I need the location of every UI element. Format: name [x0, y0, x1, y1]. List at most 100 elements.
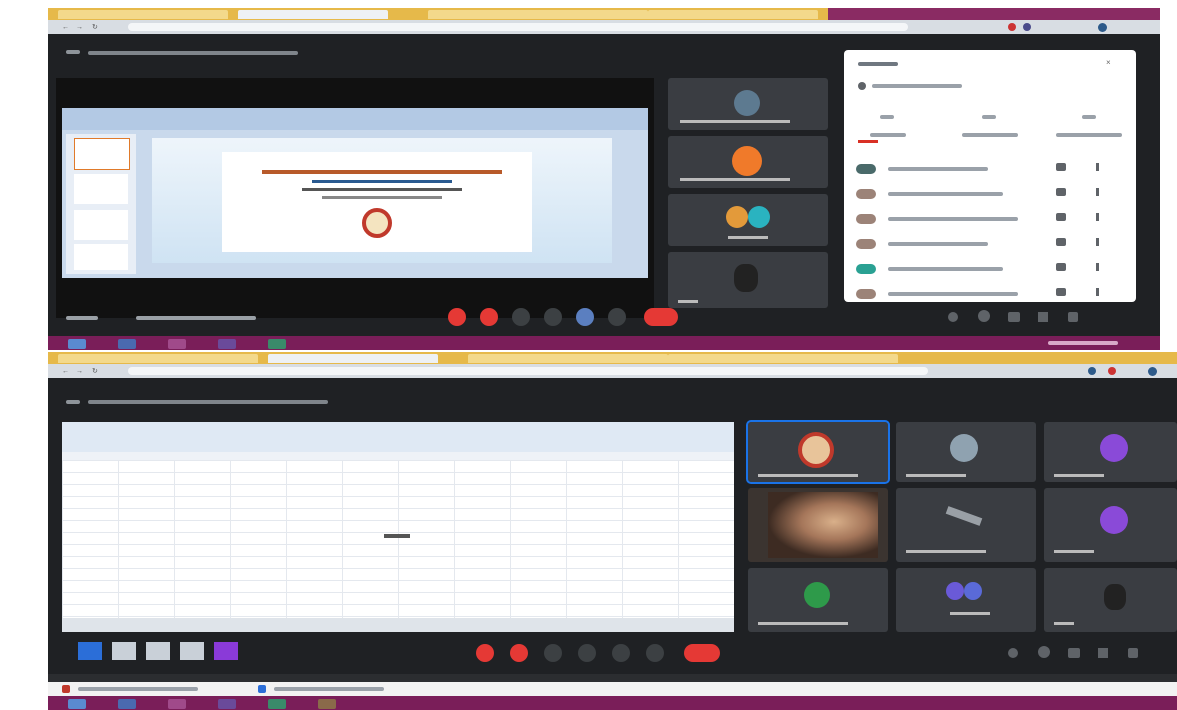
download-item[interactable] [78, 687, 198, 691]
mic-off-icon[interactable] [448, 308, 466, 326]
mic-icon[interactable] [1056, 288, 1066, 296]
camera-off-icon[interactable] [510, 644, 528, 662]
taskbar-app-icon[interactable] [118, 339, 136, 349]
more-icon[interactable] [1096, 288, 1099, 296]
info-icon[interactable] [948, 312, 958, 322]
activities-icon[interactable] [1098, 648, 1108, 658]
participant-tile[interactable] [896, 568, 1036, 632]
browser-tab[interactable] [58, 354, 258, 363]
mic-icon[interactable] [1056, 213, 1066, 221]
participant-row[interactable] [856, 210, 1126, 224]
mic-icon[interactable] [1056, 238, 1066, 246]
participant-tile[interactable] [748, 568, 888, 632]
tab-in-call[interactable] [960, 108, 1020, 137]
more-options-icon[interactable] [608, 308, 626, 326]
mic-off-icon[interactable] [476, 644, 494, 662]
participant-tile[interactable] [668, 78, 828, 130]
present-icon[interactable] [612, 644, 630, 662]
participant-tile[interactable] [668, 252, 828, 308]
download-item-icon[interactable] [258, 685, 266, 693]
participant-tile[interactable] [668, 136, 828, 188]
reload-icon[interactable]: ↻ [92, 23, 98, 31]
activities-icon[interactable] [1038, 312, 1048, 322]
menu-icon[interactable] [66, 50, 80, 54]
url-field[interactable] [128, 367, 928, 375]
participant-tile[interactable] [896, 488, 1036, 562]
forward-icon[interactable]: → [76, 368, 83, 375]
browser-tab[interactable] [58, 10, 228, 19]
taskbar-app-icon[interactable] [146, 642, 170, 660]
taskbar-app-icon[interactable] [218, 339, 236, 349]
participant-tile[interactable] [1044, 422, 1177, 482]
participant-row[interactable] [856, 235, 1126, 249]
people-icon[interactable] [1038, 646, 1050, 658]
more-icon[interactable] [1096, 213, 1099, 221]
end-call-icon[interactable] [644, 308, 678, 326]
participant-row[interactable] [856, 260, 1126, 274]
participant-tile[interactable] [1044, 568, 1177, 632]
browser-tab[interactable] [468, 354, 668, 363]
chat-icon[interactable] [1068, 648, 1080, 658]
participant-row[interactable] [856, 185, 1126, 199]
extension-icon[interactable] [1088, 367, 1096, 375]
taskbar-app-icon[interactable] [218, 699, 236, 709]
add-people-row[interactable] [858, 82, 988, 90]
end-call-icon[interactable] [684, 644, 720, 662]
close-icon[interactable]: × [1106, 58, 1111, 67]
taskbar-app-icon[interactable] [68, 339, 86, 349]
forward-icon[interactable]: → [76, 24, 83, 31]
raise-hand-icon[interactable] [578, 644, 596, 662]
people-icon[interactable] [978, 310, 990, 322]
extension-icon[interactable] [1023, 23, 1031, 31]
raise-hand-icon[interactable] [544, 308, 562, 326]
lock-icon[interactable] [1068, 312, 1078, 322]
taskbar-app-icon[interactable] [268, 339, 286, 349]
mic-icon[interactable] [1056, 188, 1066, 196]
slide-thumbnail[interactable] [74, 174, 128, 204]
captions-icon[interactable] [544, 644, 562, 662]
browser-tab[interactable] [268, 354, 438, 363]
extension-icon[interactable] [1008, 23, 1016, 31]
info-icon[interactable] [1008, 648, 1018, 658]
profile-icon[interactable] [1148, 367, 1157, 376]
participant-row[interactable] [856, 160, 1126, 174]
taskbar-app-icon[interactable] [168, 339, 186, 349]
reload-icon[interactable]: ↻ [92, 367, 98, 375]
download-item[interactable] [274, 687, 384, 691]
participant-row[interactable] [856, 285, 1126, 299]
browser-tab[interactable] [428, 10, 648, 19]
taskbar-app-icon[interactable] [78, 642, 102, 660]
taskbar-app-icon[interactable] [214, 642, 238, 660]
taskbar-app-icon[interactable] [68, 699, 86, 709]
mic-icon[interactable] [1056, 263, 1066, 271]
slide-thumbnail[interactable] [74, 138, 130, 170]
browser-tab[interactable] [668, 354, 898, 363]
back-icon[interactable]: ← [62, 24, 69, 31]
participant-tile[interactable] [896, 422, 1036, 482]
profile-icon[interactable] [1098, 23, 1107, 32]
captions-icon[interactable] [512, 308, 530, 326]
participant-tile[interactable] [746, 420, 890, 484]
present-icon[interactable] [576, 308, 594, 326]
taskbar-app-icon[interactable] [318, 699, 336, 709]
participant-tile[interactable] [1044, 488, 1177, 562]
browser-tab[interactable] [648, 10, 818, 19]
camera-off-icon[interactable] [480, 308, 498, 326]
url-field[interactable] [128, 23, 908, 31]
extension-icon[interactable] [1108, 367, 1116, 375]
taskbar-app-icon[interactable] [268, 699, 286, 709]
slide-thumbnail[interactable] [74, 244, 128, 270]
back-icon[interactable]: ← [62, 368, 69, 375]
download-item-icon[interactable] [62, 685, 70, 693]
tab-contributors[interactable] [868, 108, 908, 137]
more-icon[interactable] [1096, 163, 1099, 171]
more-icon[interactable] [1096, 238, 1099, 246]
participant-tile[interactable] [748, 488, 888, 562]
participant-tile[interactable] [668, 194, 828, 246]
browser-tab[interactable] [238, 10, 388, 19]
more-options-icon[interactable] [646, 644, 664, 662]
slide-thumbnail[interactable] [74, 210, 128, 240]
chat-icon[interactable] [1008, 312, 1020, 322]
taskbar-app-icon[interactable] [180, 642, 204, 660]
lock-icon[interactable] [1128, 648, 1138, 658]
